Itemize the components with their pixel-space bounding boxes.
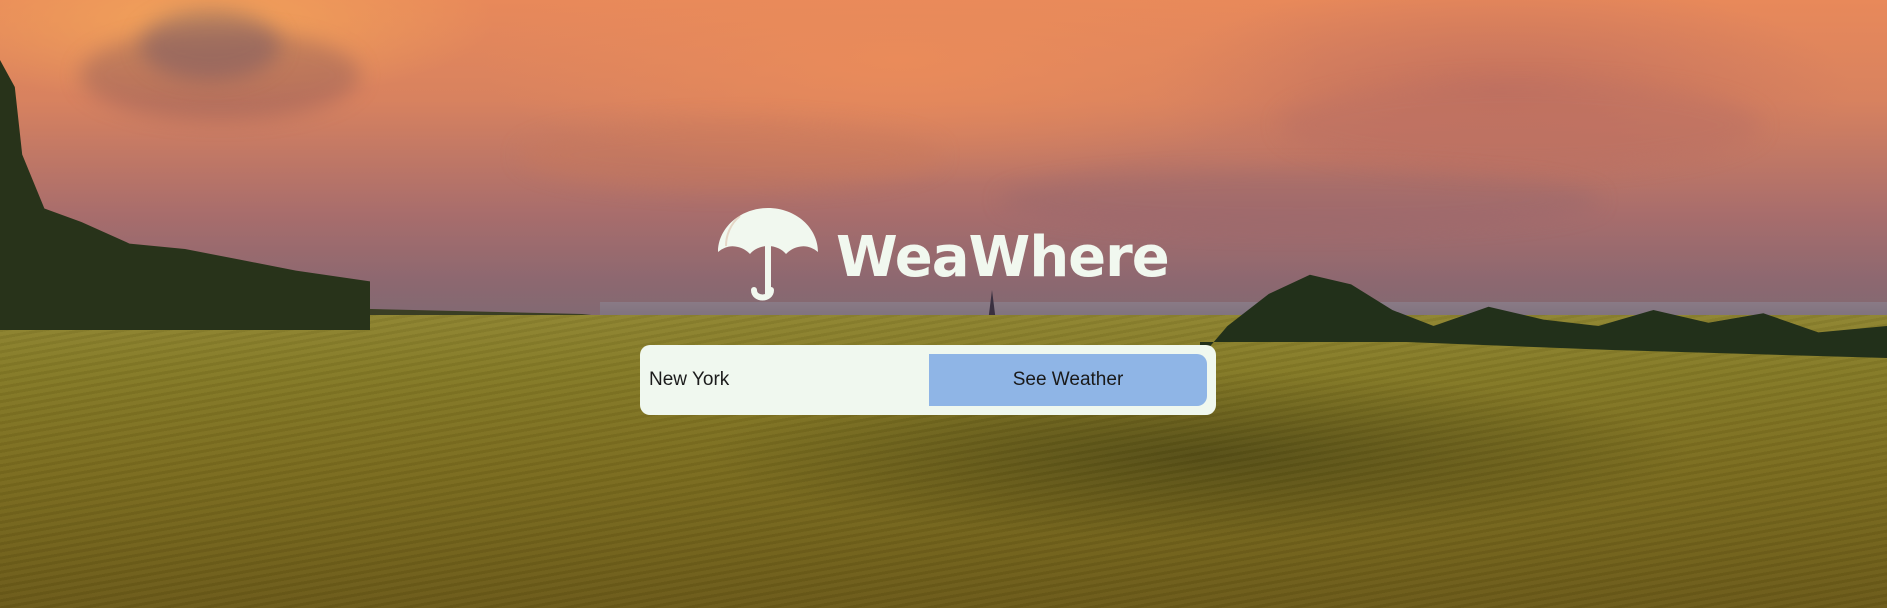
- cloud: [140, 10, 280, 80]
- cloud: [520, 120, 940, 190]
- search-form: See Weather: [640, 345, 1216, 415]
- cloud: [1280, 80, 1760, 170]
- umbrella-icon: [718, 208, 818, 301]
- brand-header: WeaWhere: [714, 204, 1170, 306]
- see-weather-button[interactable]: See Weather: [929, 354, 1207, 406]
- app-name: WeaWhere: [836, 225, 1170, 290]
- city-search-input[interactable]: [649, 354, 927, 406]
- page: WeaWhere See Weather: [0, 0, 1887, 608]
